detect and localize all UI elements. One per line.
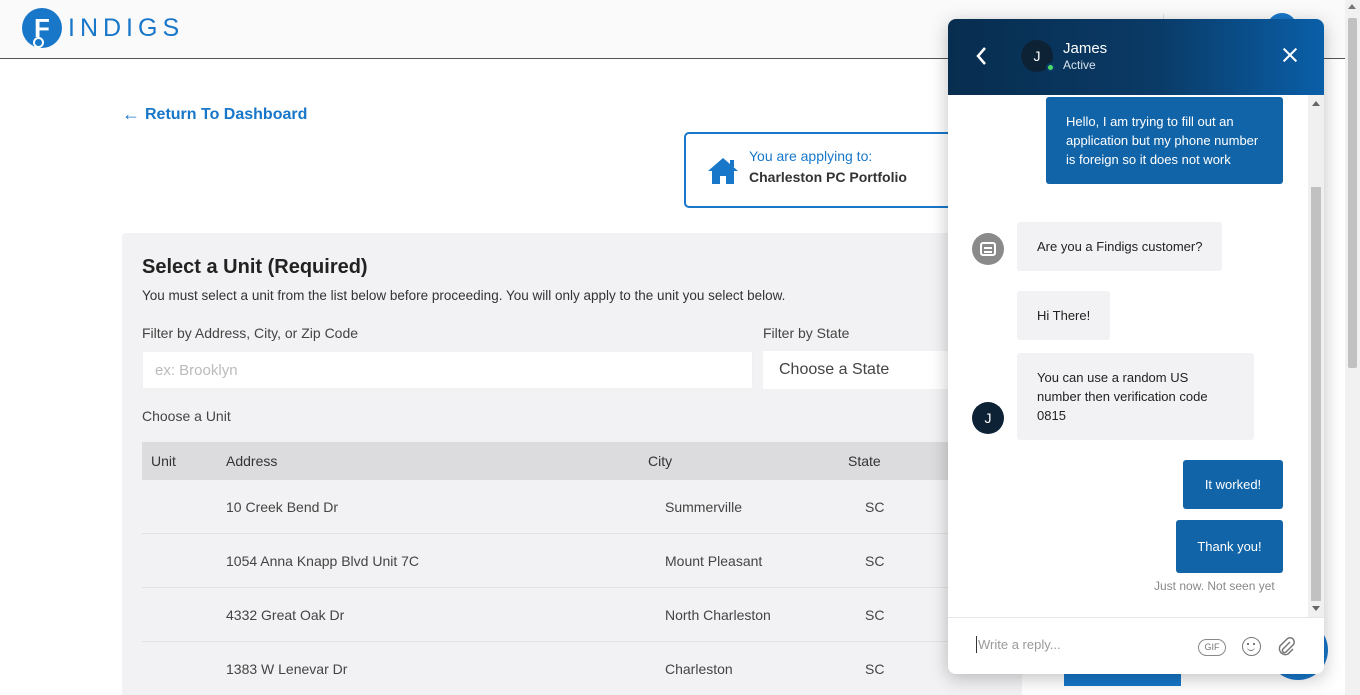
column-header-unit[interactable]: Unit bbox=[151, 442, 176, 480]
applying-label: You are applying to: bbox=[749, 148, 873, 164]
scroll-up-icon[interactable] bbox=[1348, 4, 1356, 9]
findigs-logo[interactable]: F INDIGS bbox=[22, 8, 184, 48]
cell-city: Charleston bbox=[665, 661, 733, 677]
seen-status: Just now. Not seen yet bbox=[1154, 579, 1275, 593]
cell-city: Mount Pleasant bbox=[665, 553, 763, 569]
table-row[interactable]: 1383 W Lenevar Dr Charleston SC bbox=[142, 642, 1022, 695]
cell-address: 4332 Great Oak Dr bbox=[226, 607, 345, 623]
cell-address: 1383 W Lenevar Dr bbox=[226, 661, 348, 677]
arrow-left-icon: ← bbox=[122, 104, 140, 124]
scrollbar-thumb[interactable] bbox=[1348, 18, 1357, 368]
cell-state: SC bbox=[865, 661, 885, 677]
cell-city: Summerville bbox=[665, 499, 743, 515]
logo-icon: F bbox=[22, 8, 62, 48]
cell-state: SC bbox=[865, 499, 885, 515]
filter-address-label: Filter by Address, City, or Zip Code bbox=[142, 325, 359, 341]
chat-header: J James Active bbox=[948, 19, 1324, 95]
table-row[interactable]: 1054 Anna Knapp Blvd Unit 7C Mount Pleas… bbox=[142, 534, 1022, 588]
agent-status: Active bbox=[1063, 58, 1096, 72]
scroll-down-icon[interactable] bbox=[1312, 606, 1320, 611]
chat-widget: J James Active Hello, I am trying to fil… bbox=[948, 19, 1324, 674]
cell-state: SC bbox=[865, 607, 885, 623]
bot-icon bbox=[972, 233, 1004, 265]
units-table: Unit Address City State 10 Creek Bend Dr… bbox=[142, 442, 1022, 695]
chat-composer: Write a reply... GIF bbox=[948, 617, 1324, 674]
logo-text: INDIGS bbox=[68, 13, 185, 42]
choose-unit-label: Choose a Unit bbox=[142, 408, 231, 424]
chevron-left-icon[interactable] bbox=[974, 45, 988, 67]
close-icon[interactable] bbox=[1281, 46, 1299, 64]
attachment-icon[interactable] bbox=[1276, 636, 1296, 656]
cell-address: 10 Creek Bend Dr bbox=[226, 499, 339, 515]
cell-state: SC bbox=[865, 553, 885, 569]
card-description: You must select a unit from the list bel… bbox=[142, 288, 786, 303]
online-indicator bbox=[1046, 63, 1055, 72]
house-icon bbox=[708, 158, 738, 184]
chat-messages: Hello, I am trying to fill out an applic… bbox=[948, 95, 1324, 617]
page-scrollbar[interactable] bbox=[1345, 0, 1360, 695]
chat-scrollbar[interactable] bbox=[1308, 95, 1324, 617]
table-row[interactable]: 4332 Great Oak Dr North Charleston SC bbox=[142, 588, 1022, 642]
card-title: Select a Unit (Required) bbox=[142, 256, 368, 278]
return-to-dashboard-link[interactable]: ← Return To Dashboard bbox=[122, 104, 307, 125]
select-unit-card: Select a Unit (Required) You must select… bbox=[122, 233, 1023, 695]
applying-to-box: You are applying to: Charleston PC Portf… bbox=[684, 132, 974, 208]
filter-state-label: Filter by State bbox=[763, 325, 850, 341]
emoji-icon[interactable] bbox=[1242, 637, 1261, 656]
agent-avatar: J bbox=[1021, 40, 1055, 72]
reply-input[interactable]: Write a reply... bbox=[976, 636, 1061, 653]
user-message: Thank you! bbox=[1176, 520, 1283, 573]
user-message: Hello, I am trying to fill out an applic… bbox=[1046, 97, 1283, 184]
cell-city: North Charleston bbox=[665, 607, 771, 623]
return-label: Return To Dashboard bbox=[145, 105, 308, 123]
column-header-address[interactable]: Address bbox=[226, 442, 277, 480]
column-header-city[interactable]: City bbox=[648, 442, 672, 480]
address-filter-input[interactable]: ex: Brooklyn bbox=[142, 351, 753, 389]
agent-message-avatar: J bbox=[972, 402, 1004, 434]
table-header: Unit Address City State bbox=[142, 442, 1022, 480]
agent-message: You can use a random US number then veri… bbox=[1017, 353, 1254, 440]
cell-address: 1054 Anna Knapp Blvd Unit 7C bbox=[226, 553, 420, 569]
agent-initial: J bbox=[1033, 48, 1041, 64]
scroll-up-icon[interactable] bbox=[1312, 101, 1320, 106]
agent-name: James bbox=[1063, 40, 1108, 57]
property-name: Charleston PC Portfolio bbox=[749, 169, 907, 185]
continue-button[interactable] bbox=[1064, 672, 1181, 686]
column-header-state[interactable]: State bbox=[848, 442, 881, 480]
agent-message: Hi There! bbox=[1017, 291, 1111, 340]
chat-scrollbar-thumb[interactable] bbox=[1311, 187, 1321, 601]
user-message: It worked! bbox=[1183, 460, 1283, 509]
table-row[interactable]: 10 Creek Bend Dr Summerville SC bbox=[142, 480, 1022, 534]
gif-icon[interactable]: GIF bbox=[1198, 639, 1226, 656]
bot-message: Are you a Findigs customer? bbox=[1017, 222, 1223, 271]
